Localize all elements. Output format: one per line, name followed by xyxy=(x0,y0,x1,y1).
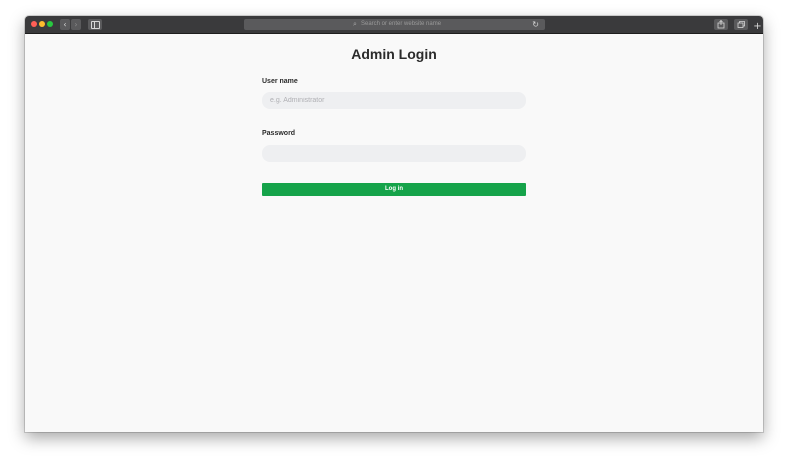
minimize-window-button[interactable] xyxy=(39,21,45,27)
share-button[interactable] xyxy=(714,19,728,30)
username-input[interactable] xyxy=(262,92,526,109)
reload-icon[interactable]: ↻ xyxy=(532,19,539,30)
browser-window: ‹ › ⌕ Search or enter website name ↻ + A… xyxy=(25,16,763,432)
new-tab-button[interactable]: + xyxy=(752,21,763,32)
username-label: User name xyxy=(262,78,298,85)
back-button[interactable]: ‹ xyxy=(60,19,70,30)
address-placeholder: Search or enter website name xyxy=(361,21,442,27)
tabs-icon xyxy=(737,21,745,28)
sidebar-toggle-button[interactable] xyxy=(88,19,102,30)
page-title: Admin Login xyxy=(351,46,437,62)
password-label: Password xyxy=(262,130,296,137)
show-tabs-button[interactable] xyxy=(734,19,748,30)
browser-toolbar: ‹ › ⌕ Search or enter website name ↻ + xyxy=(25,16,763,34)
address-bar[interactable]: ⌕ Search or enter website name ↻ xyxy=(244,19,545,30)
search-icon: ⌕ xyxy=(353,20,357,28)
chevron-right-icon: › xyxy=(74,20,78,29)
forward-button[interactable]: › xyxy=(71,19,81,30)
chevron-left-icon: ‹ xyxy=(63,20,67,29)
page-content: Admin Login User name Password Log in xyxy=(25,34,763,432)
password-input[interactable] xyxy=(262,145,526,162)
share-icon xyxy=(717,19,725,29)
close-window-button[interactable] xyxy=(31,21,37,27)
login-button[interactable]: Log in xyxy=(262,183,526,196)
sidebar-icon xyxy=(91,21,100,29)
plus-icon: + xyxy=(753,21,762,32)
maximize-window-button[interactable] xyxy=(47,21,53,27)
